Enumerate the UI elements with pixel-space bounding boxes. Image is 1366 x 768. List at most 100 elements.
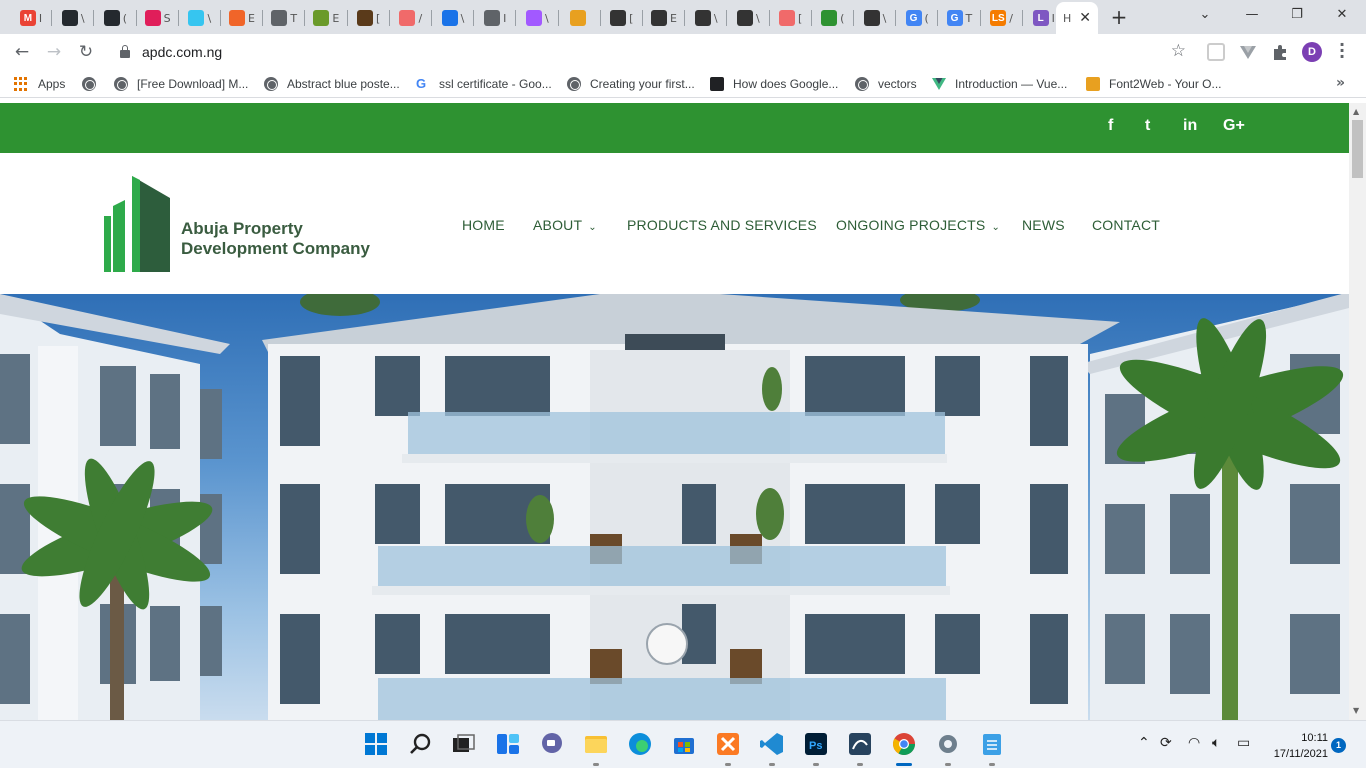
logo-text[interactable]: Abuja Property Development Company — [181, 219, 370, 259]
tab-oval[interactable]: [ — [772, 4, 810, 32]
tab-ls[interactable]: LS / — [983, 4, 1021, 32]
minimize-button[interactable]: — — [1232, 4, 1272, 26]
nav-home[interactable]: HOME — [462, 217, 505, 233]
codepen-icon — [229, 10, 246, 26]
bookmark-apps[interactable]: Apps — [14, 76, 65, 92]
forward-button[interactable]: → — [42, 40, 66, 64]
tab-gmail[interactable]: MI — [12, 4, 50, 32]
tab-diamond[interactable]: \ — [434, 4, 472, 32]
tab-github[interactable]: \ — [54, 4, 92, 32]
mysql-workbench-icon[interactable] — [847, 731, 873, 757]
bookmark-vue-introduction[interactable]: Introduction — Vue... — [932, 76, 1067, 92]
file-explorer-icon[interactable] — [583, 731, 609, 757]
apdc-logo-icon[interactable] — [104, 176, 172, 272]
slack-icon — [144, 10, 161, 26]
twitter-icon[interactable]: t — [1145, 117, 1150, 135]
linkedin-icon[interactable]: in — [1183, 117, 1197, 135]
facebook-icon[interactable]: f — [1108, 117, 1113, 135]
scroll-down-arrow-icon[interactable]: ▼ — [1353, 706, 1359, 715]
vue-devtools-icon[interactable] — [1239, 43, 1257, 61]
bookmark-creating-first[interactable]: Creating your first... — [567, 76, 695, 92]
address-bar[interactable]: apdc.com.ng ☆ — [108, 38, 1196, 66]
tab-site[interactable]: \ — [729, 4, 767, 32]
figma-icon — [526, 10, 543, 26]
tab-site[interactable]: \ — [856, 4, 894, 32]
bookmark-how-does-google[interactable]: How does Google... — [710, 76, 838, 92]
nav-products-and-services[interactable]: PRODUCTS AND SERVICES — [627, 217, 817, 233]
tab-title: I — [38, 11, 43, 25]
google-plus-icon[interactable]: G+ — [1223, 117, 1245, 135]
xampp-icon[interactable] — [715, 731, 741, 757]
tab-l[interactable]: LI — [1025, 4, 1063, 32]
new-tab-button[interactable]: + — [1109, 6, 1129, 28]
taskbar-clock[interactable]: 10:11 17/11/2021 — [1262, 730, 1328, 762]
bookmark-ssl-certificate[interactable]: Gssl certificate - Goo... — [416, 76, 552, 92]
bookmark-globe[interactable] — [82, 76, 105, 92]
tab-codepen[interactable]: E — [223, 4, 261, 32]
tab-globe[interactable]: I — [476, 4, 514, 32]
chat-icon[interactable] — [539, 731, 565, 757]
widgets-icon[interactable] — [495, 731, 521, 757]
notepad-icon[interactable] — [979, 731, 1005, 757]
wifi-icon[interactable]: ◠ — [1188, 735, 1200, 751]
close-tab-icon[interactable]: ✕ — [1079, 10, 1091, 26]
back-button[interactable]: ← — [10, 40, 34, 64]
search-icon[interactable] — [408, 731, 434, 757]
bookmark-star-icon[interactable]: ☆ — [1171, 41, 1186, 61]
chrome-menu-icon[interactable]: · · · — [1334, 37, 1350, 65]
scroll-up-arrow-icon[interactable]: ▲ — [1353, 107, 1359, 116]
tab-google[interactable]: GT — [940, 4, 978, 32]
sync-icon[interactable]: ⟳ — [1160, 735, 1172, 751]
apartment-building-illustration — [0, 294, 1349, 720]
tab-site[interactable]: [ — [603, 4, 641, 32]
bookmarks-overflow-button[interactable]: » — [1336, 75, 1345, 91]
tab-site[interactable]: E — [645, 4, 683, 32]
settings-icon[interactable] — [935, 731, 961, 757]
bookmark-abstract-blue[interactable]: Abstract blue poste... — [264, 76, 400, 92]
tab-site[interactable]: \ — [687, 4, 725, 32]
nav-ongoing-projects[interactable]: ONGOING PROJECTS ⌄ — [836, 217, 1000, 233]
tab-separator — [135, 10, 137, 26]
scrollbar-thumb[interactable] — [1352, 120, 1363, 178]
nav-label: ABOUT — [533, 217, 583, 233]
bookmark-font2web[interactable]: Font2Web - Your O... — [1086, 76, 1222, 92]
photoshop-icon[interactable]: Ps — [803, 731, 829, 757]
nav-news[interactable]: NEWS — [1022, 217, 1065, 233]
lock-icon[interactable] — [120, 45, 130, 58]
tab-globe[interactable]: T — [265, 4, 303, 32]
tray-overflow-chevron-icon[interactable]: ⌃ — [1138, 735, 1150, 751]
bookmark-free-download[interactable]: [Free Download] M... — [114, 76, 248, 92]
tab-slack[interactable]: \ — [181, 4, 219, 32]
tab-github[interactable]: ( — [96, 4, 134, 32]
tab-oval[interactable]: / — [392, 4, 430, 32]
url-text[interactable]: apdc.com.ng — [142, 44, 222, 60]
tab-title: \ — [713, 11, 718, 25]
volume-icon[interactable]: 🔈︎ — [1212, 735, 1220, 751]
nav-contact[interactable]: CONTACT — [1092, 217, 1160, 233]
page-scrollbar[interactable]: ▲ ▼ — [1349, 103, 1366, 720]
tab-pma[interactable] — [561, 4, 599, 32]
tab-figma[interactable]: \ — [518, 4, 556, 32]
vscode-icon[interactable] — [759, 731, 785, 757]
restore-button[interactable]: ❐ — [1277, 4, 1317, 26]
tab-search-button[interactable]: ⌄ — [1185, 4, 1225, 26]
reload-button[interactable]: ↻ — [74, 40, 98, 64]
extensions-puzzle-icon[interactable] — [1271, 43, 1289, 61]
bookmark-vectors[interactable]: vectors — [855, 76, 917, 92]
profile-avatar[interactable]: D — [1302, 42, 1322, 62]
edge-icon[interactable] — [627, 731, 653, 757]
start-icon[interactable] — [363, 731, 389, 757]
notification-badge[interactable]: 1 — [1331, 738, 1346, 753]
tab-site[interactable]: [ — [350, 4, 388, 32]
task-view-icon[interactable] — [450, 731, 476, 757]
battery-icon[interactable]: ▭ — [1237, 735, 1250, 751]
nav-about[interactable]: ABOUT ⌄ — [533, 217, 597, 233]
tab-africa-map[interactable]: E — [307, 4, 345, 32]
chrome-icon[interactable] — [891, 731, 917, 757]
close-window-button[interactable]: ✕ — [1322, 4, 1362, 26]
tab-qr[interactable]: ( — [814, 4, 852, 32]
tab-slack[interactable]: S — [139, 4, 177, 32]
tab-google[interactable]: G( — [898, 4, 936, 32]
store-icon[interactable] — [671, 731, 697, 757]
extension-icon[interactable] — [1207, 43, 1225, 61]
